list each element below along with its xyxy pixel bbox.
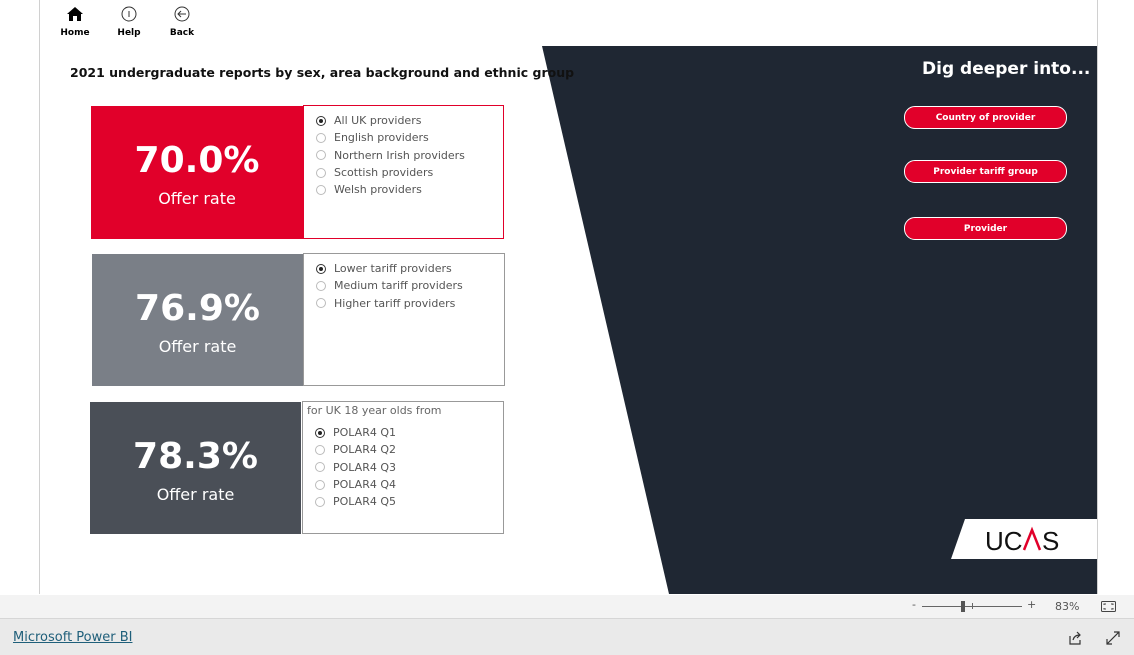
offer-rate-label: Offer rate bbox=[156, 485, 235, 504]
slicer-option[interactable]: Medium tariff providers bbox=[316, 277, 504, 294]
radio[interactable] bbox=[316, 132, 326, 143]
dig-deeper-title: Dig deeper into... bbox=[922, 59, 1091, 79]
info-icon bbox=[121, 6, 137, 22]
back-button[interactable]: Back bbox=[162, 6, 202, 38]
help-button[interactable]: Help bbox=[109, 6, 149, 38]
help-label: Help bbox=[117, 28, 141, 38]
provider-country-slicer: All UK providers English providers North… bbox=[303, 105, 504, 239]
offer-rate-card-polar: 78.3% Offer rate bbox=[90, 402, 301, 534]
fullscreen-icon[interactable] bbox=[1106, 631, 1120, 645]
home-label: Home bbox=[60, 28, 90, 38]
footer-bar: Microsoft Power BI bbox=[0, 619, 1134, 655]
offer-rate-value: 70.0% bbox=[134, 140, 260, 181]
zoom-slider[interactable] bbox=[922, 601, 1022, 612]
home-button[interactable]: Home bbox=[55, 6, 95, 38]
back-arrow-icon bbox=[174, 6, 190, 22]
radio-selected[interactable] bbox=[316, 263, 326, 274]
slicer-option[interactable]: Higher tariff providers bbox=[316, 295, 504, 312]
offer-rate-label: Offer rate bbox=[158, 337, 237, 356]
zoom-in-button[interactable]: + bbox=[1027, 598, 1036, 611]
zoom-percentage: 83% bbox=[1055, 600, 1080, 613]
page-title: 2021 undergraduate reports by sex, area … bbox=[70, 65, 575, 80]
radio-selected[interactable] bbox=[315, 427, 325, 438]
slicer-option[interactable]: Northern Irish providers bbox=[316, 147, 503, 164]
offer-rate-value: 76.9% bbox=[135, 288, 260, 329]
home-icon bbox=[67, 7, 83, 21]
slicer-option[interactable]: All UK providers bbox=[316, 112, 503, 129]
provider-button[interactable]: Provider bbox=[904, 217, 1067, 240]
slicer-header: for UK 18 year olds from bbox=[307, 404, 442, 417]
zoom-slider-thumb[interactable] bbox=[961, 601, 965, 612]
report-canvas: Home Help Back 2021 undergraduate report… bbox=[39, 0, 1098, 594]
radio[interactable] bbox=[316, 184, 326, 195]
radio[interactable] bbox=[315, 496, 325, 507]
tariff-slicer: Lower tariff providers Medium tariff pro… bbox=[303, 253, 505, 386]
fit-to-page-icon[interactable] bbox=[1101, 601, 1116, 612]
radio[interactable] bbox=[315, 462, 325, 473]
offer-rate-value: 78.3% bbox=[133, 436, 258, 477]
offer-rate-card-tariff: 76.9% Offer rate bbox=[92, 254, 303, 386]
share-icon[interactable] bbox=[1068, 631, 1082, 645]
back-label: Back bbox=[169, 28, 195, 38]
power-bi-link[interactable]: Microsoft Power BI bbox=[13, 630, 132, 645]
radio[interactable] bbox=[316, 280, 326, 291]
radio[interactable] bbox=[316, 150, 326, 161]
radio[interactable] bbox=[316, 298, 326, 309]
slicer-option[interactable]: English providers bbox=[316, 129, 503, 146]
radio[interactable] bbox=[315, 444, 325, 455]
offer-rate-label: Offer rate bbox=[158, 189, 236, 208]
country-of-provider-button[interactable]: Country of provider bbox=[904, 106, 1067, 129]
ucas-logo: UC S bbox=[951, 519, 1097, 559]
svg-text:UC: UC bbox=[985, 526, 1023, 556]
radio[interactable] bbox=[315, 479, 325, 490]
slicer-option[interactable]: POLAR4 Q5 bbox=[315, 493, 503, 510]
slicer-option[interactable]: POLAR4 Q4 bbox=[315, 476, 503, 493]
zoom-out-button[interactable]: - bbox=[912, 598, 916, 611]
radio-selected[interactable] bbox=[316, 115, 326, 126]
provider-tariff-group-button[interactable]: Provider tariff group bbox=[904, 160, 1067, 183]
slicer-option[interactable]: POLAR4 Q1 bbox=[315, 424, 503, 441]
polar-slicer: for UK 18 year olds from POLAR4 Q1 POLAR… bbox=[302, 401, 504, 534]
slicer-option[interactable]: Welsh providers bbox=[316, 181, 503, 198]
svg-text:S: S bbox=[1042, 526, 1059, 556]
slicer-option[interactable]: POLAR4 Q2 bbox=[315, 441, 503, 458]
slicer-option[interactable]: Scottish providers bbox=[316, 164, 503, 181]
offer-rate-card-providers: 70.0% Offer rate bbox=[91, 106, 303, 239]
slicer-option[interactable]: Lower tariff providers bbox=[316, 260, 504, 277]
radio[interactable] bbox=[316, 167, 326, 178]
status-bar: - + 83% bbox=[0, 595, 1134, 619]
slicer-option[interactable]: POLAR4 Q3 bbox=[315, 459, 503, 476]
